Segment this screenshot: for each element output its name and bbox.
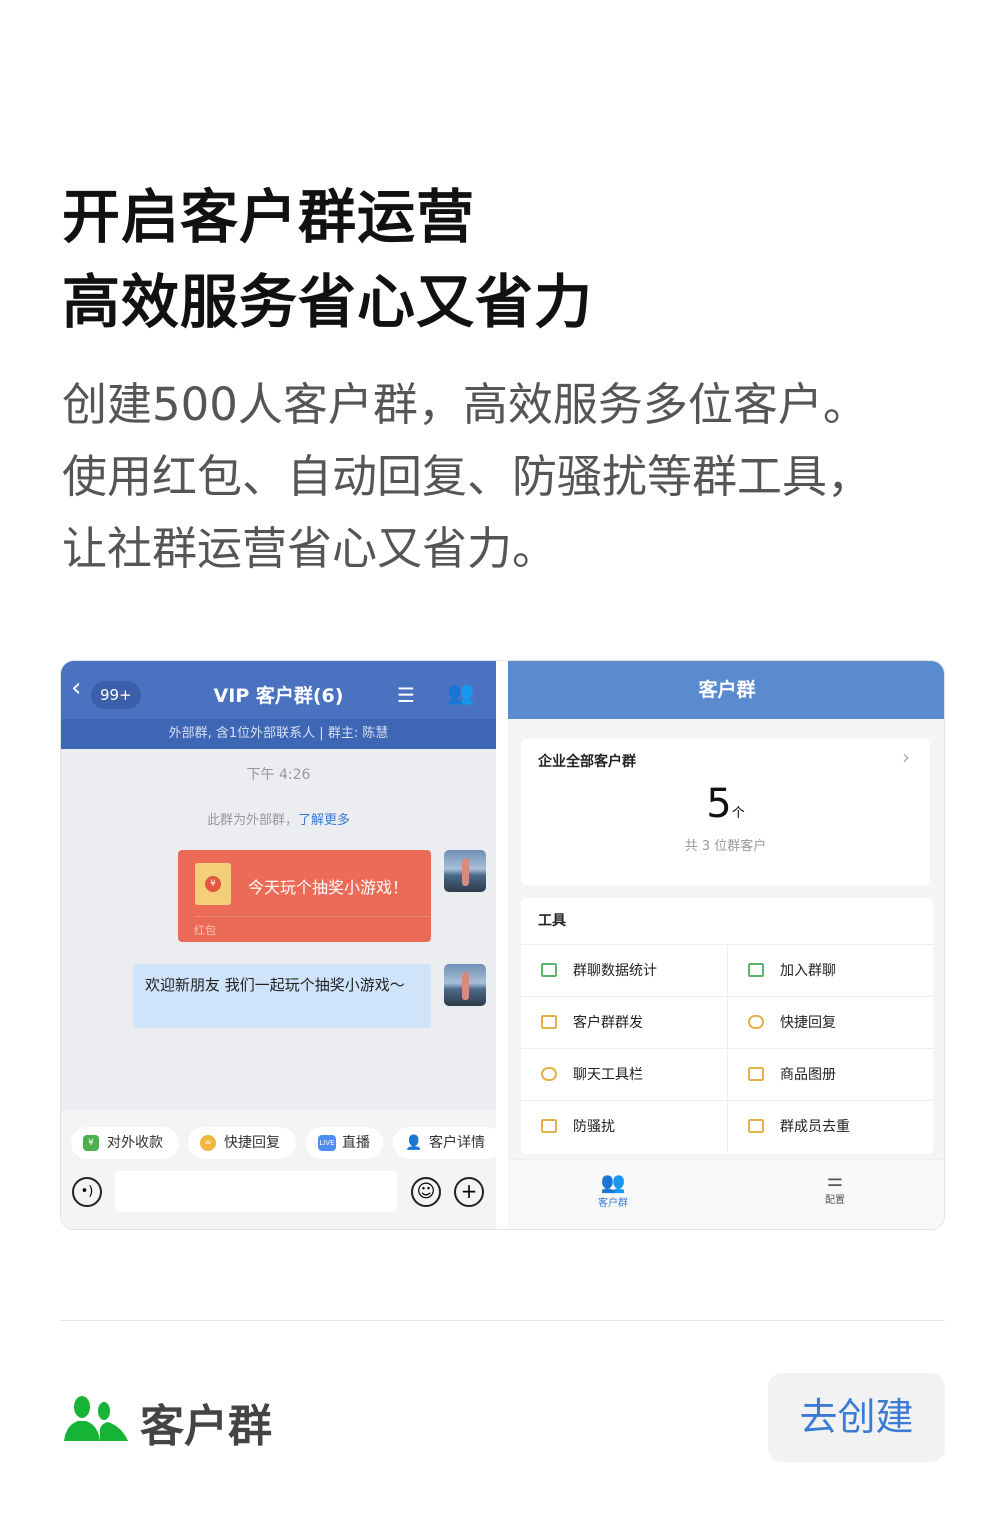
tab-bar: 👥 客户群 ⚌ 配置: [508, 1159, 944, 1229]
chip-customer-detail[interactable]: 👤 客户详情: [393, 1127, 503, 1159]
tool-chat-toolbar[interactable]: 聊天工具栏: [521, 1048, 727, 1100]
system-text: 此群为外部群，: [206, 813, 298, 828]
tab-groups[interactable]: 👥 客户群: [568, 1170, 658, 1209]
groups-tab-icon: 👥: [600, 1170, 626, 1194]
text-message: 欢迎新朋友 我们一起玩个抽奖小游戏～: [133, 964, 431, 1028]
create-button[interactable]: 去创建: [768, 1373, 945, 1462]
red-packet-icon: ¥: [195, 863, 231, 905]
unread-badge: 99+: [91, 681, 141, 709]
chat-subtitle: 外部群, 含1位外部联系人 | 群主: 陈慧: [61, 719, 496, 749]
chat-header: ‹ 99+ VIP 客户群(6) ☰ 👥: [61, 661, 496, 719]
yuan-shield-icon: ¥: [83, 1135, 99, 1151]
chip-payment[interactable]: ¥ 对外收款: [71, 1127, 179, 1159]
chevron-right-icon: ›: [902, 745, 910, 769]
customer-detail-icon: 👤: [405, 1135, 423, 1151]
tab-settings[interactable]: ⚌ 配置: [790, 1170, 880, 1206]
back-icon[interactable]: ‹: [71, 673, 81, 703]
summary-card[interactable]: 企业全部客户群 › 5个 共 3 位群客户: [521, 739, 930, 885]
headline-line-1: 开启客户群运营: [62, 183, 476, 251]
timestamp: 下午 4:26: [246, 767, 311, 783]
menu-icon[interactable]: ☰: [397, 683, 415, 707]
members-icon[interactable]: 👥: [447, 681, 474, 706]
customer-total: 共 3 位群客户: [684, 839, 767, 854]
avatar[interactable]: [444, 850, 486, 892]
voice-icon[interactable]: •): [72, 1177, 102, 1207]
tool-broadcast[interactable]: 客户群群发: [521, 996, 727, 1048]
chat-bubble-icon: [748, 1015, 764, 1029]
tools-title: 工具: [538, 913, 566, 929]
message-input[interactable]: [115, 1171, 397, 1212]
tool-group-stats[interactable]: 群聊数据统计: [521, 944, 727, 996]
divider: [60, 1320, 945, 1321]
tool-quick-reply[interactable]: 快捷回复: [727, 996, 933, 1048]
tool-anti-spam[interactable]: 防骚扰: [521, 1100, 727, 1152]
headline-line-2: 高效服务省心又省力: [62, 268, 594, 336]
preview-screenshot: ‹ 99+ VIP 客户群(6) ☰ 👥 外部群, 含1位外部联系人 | 群主:…: [60, 660, 945, 1230]
chat-panel: ‹ 99+ VIP 客户群(6) ☰ 👥 外部群, 含1位外部联系人 | 群主:…: [61, 661, 503, 1229]
red-packet-label: 红包: [194, 916, 430, 938]
chip-live[interactable]: LIVE 直播: [306, 1127, 383, 1159]
customer-group-icon: [64, 1395, 128, 1441]
description-line: 使用红包、自动回复、防骚扰等群工具，: [62, 450, 873, 503]
groups-panel: 客户群 企业全部客户群 › 5个 共 3 位群客户 工具 群聊数据统计 加入群聊…: [508, 661, 944, 1229]
footer-label: 客户群: [140, 1401, 272, 1452]
live-icon: LIVE: [318, 1135, 336, 1151]
count-unit: 个: [731, 806, 745, 821]
toolbar-icon: [541, 1067, 557, 1081]
tools-card: 工具 群聊数据统计 加入群聊 客户群群发 快捷回复 聊天工具栏 商品图册 防骚扰…: [521, 898, 933, 1154]
description-line: 让社群运营省心又省力。: [62, 522, 558, 575]
groups-header: 客户群: [508, 661, 944, 719]
broadcast-icon: [541, 1015, 557, 1029]
chip-quick-reply[interactable]: = 快捷回复: [188, 1127, 296, 1159]
description-line: 创建500人客户群，高效服务多位客户。: [62, 378, 868, 431]
group-count: 5: [706, 781, 732, 827]
emoji-icon[interactable]: ☺: [411, 1177, 441, 1207]
tool-dedupe[interactable]: 群成员去重: [727, 1100, 933, 1152]
quick-reply-icon: =: [200, 1135, 216, 1151]
red-packet-text: 今天玩个抽奖小游戏！: [248, 878, 409, 897]
anti-spam-icon: [541, 1119, 557, 1133]
tool-catalog[interactable]: 商品图册: [727, 1048, 933, 1100]
chat-title: VIP 客户群(6): [213, 685, 344, 707]
tool-join-group[interactable]: 加入群聊: [727, 944, 933, 996]
summary-label: 企业全部客户群: [538, 754, 636, 770]
plus-icon[interactable]: +: [454, 1177, 484, 1207]
chart-icon: [541, 963, 557, 977]
avatar[interactable]: [444, 964, 486, 1006]
sliders-icon: ⚌: [826, 1170, 844, 1191]
red-packet-message[interactable]: ¥ 今天玩个抽奖小游戏！ 红包: [178, 850, 431, 942]
learn-more-link[interactable]: 了解更多: [298, 813, 350, 828]
catalog-icon: [748, 1067, 764, 1081]
qr-code-icon: [748, 963, 764, 977]
dedupe-icon: [748, 1119, 764, 1133]
